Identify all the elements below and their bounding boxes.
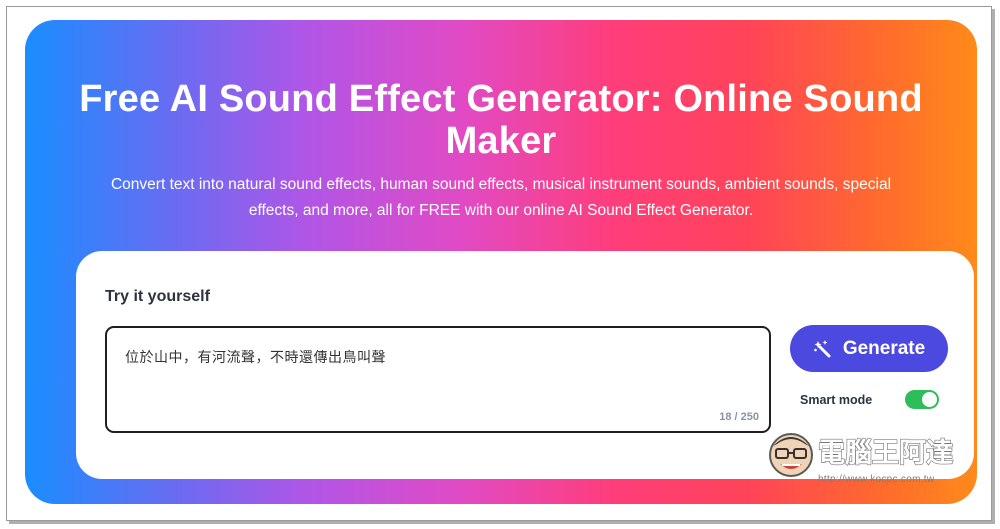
sparkle-wand-icon: [814, 339, 831, 357]
try-it-label: Try it yourself: [105, 288, 210, 305]
toggle-knob: [922, 392, 937, 407]
page-subtitle: Convert text into natural sound effects,…: [110, 176, 892, 219]
watermark-url: http://www.kocpc.com.tw: [818, 474, 935, 485]
hero-banner: Free AI Sound Effect Generator: Online S…: [25, 20, 977, 504]
watermark-brand-text: 電腦王阿達: [818, 438, 953, 466]
smart-mode-toggle[interactable]: [905, 390, 939, 409]
generate-label: Generate: [842, 337, 926, 359]
mascot-face-icon: [769, 433, 813, 477]
prompt-textarea[interactable]: 位於山中，有河流聲，不時還傳出鳥叫聲 18 / 250: [105, 326, 771, 433]
prompt-text[interactable]: 位於山中，有河流聲，不時還傳出鳥叫聲: [125, 347, 386, 367]
smart-mode-label: Smart mode: [800, 393, 873, 407]
generate-button[interactable]: Generate: [790, 325, 948, 372]
watermark-brand: 電腦王阿達: [818, 437, 954, 466]
page-title: Free AI Sound Effect Generator: Online S…: [79, 78, 923, 162]
char-counter: 18 / 250: [719, 411, 759, 423]
